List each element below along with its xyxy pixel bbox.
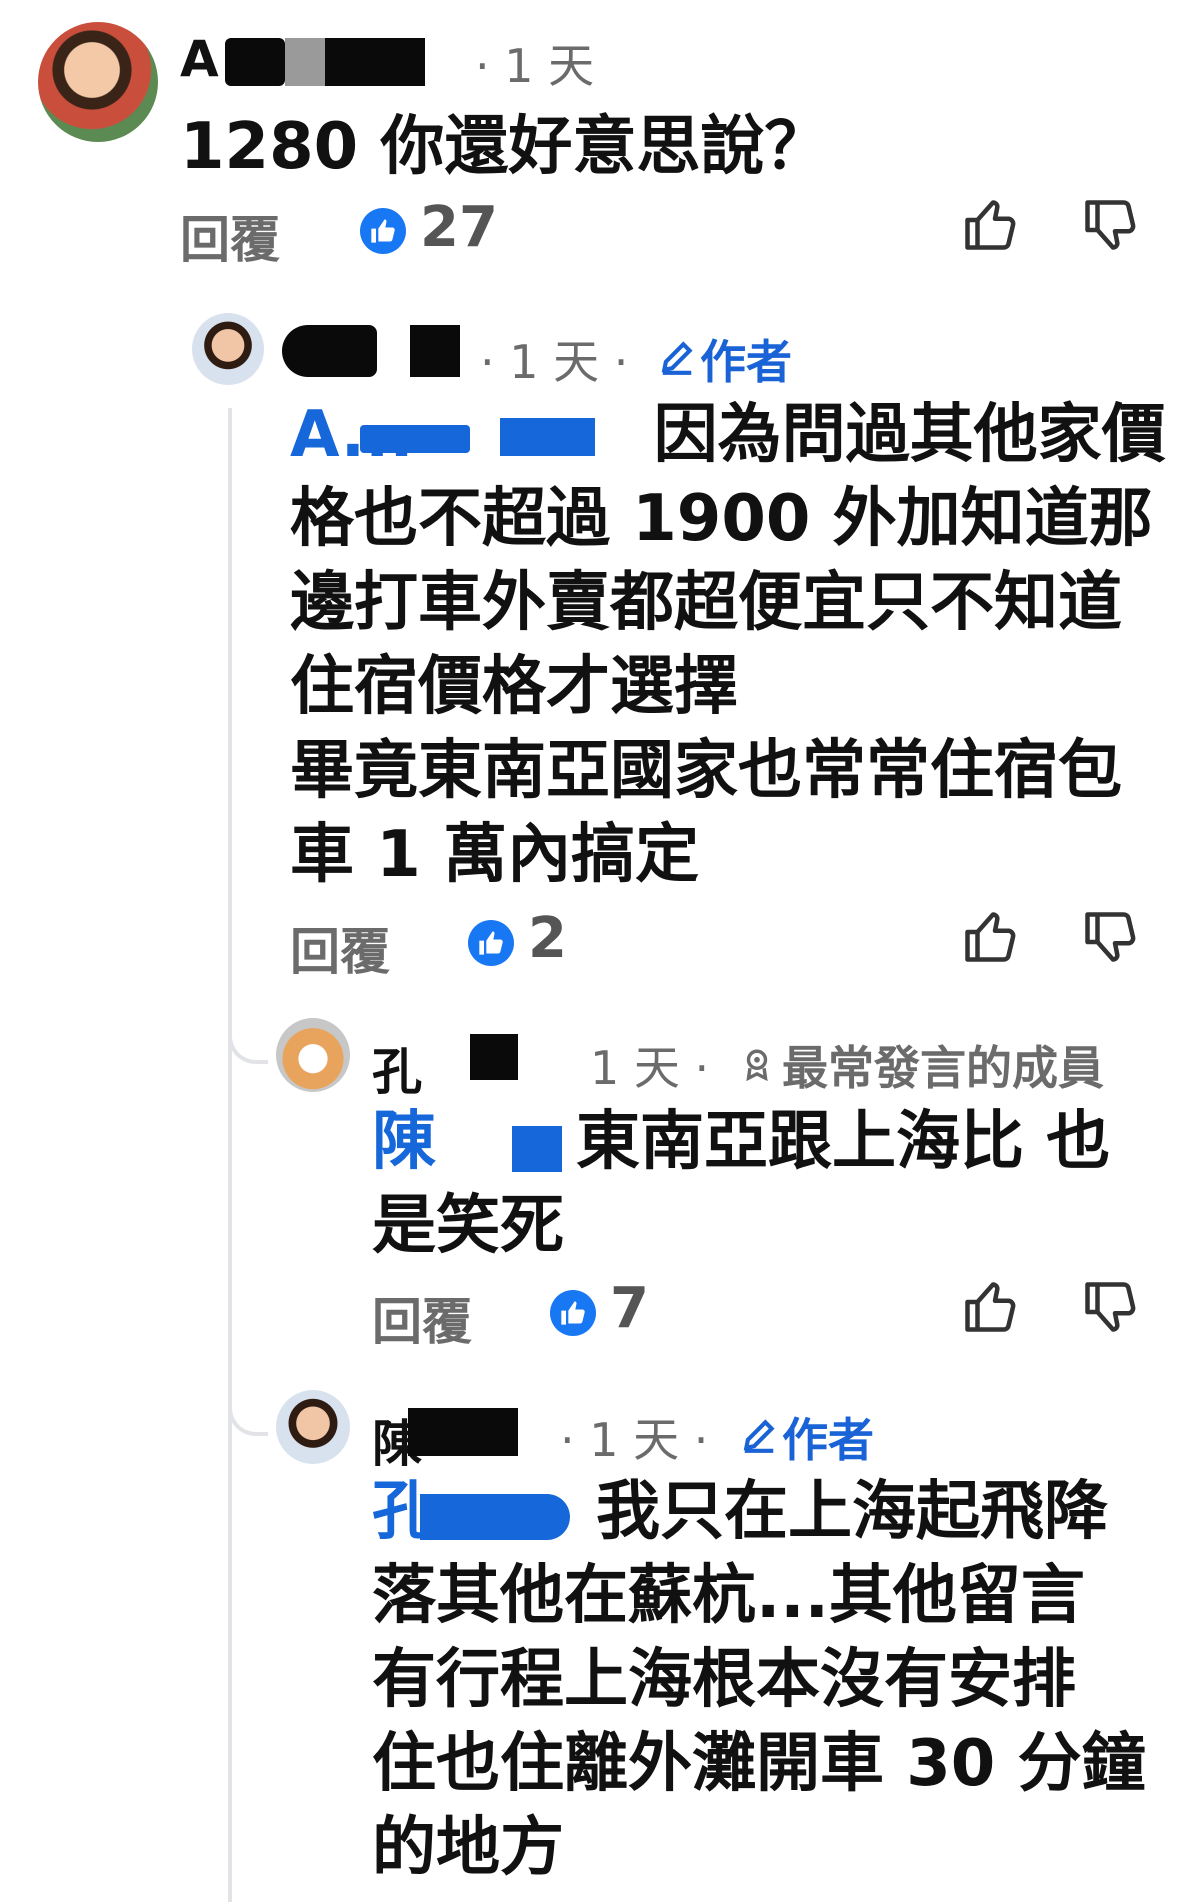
avatar[interactable] [38,22,158,142]
redacted-name [470,1034,518,1080]
comment-timestamp[interactable]: · 1 天 · [560,1404,708,1470]
redacted-name [282,325,377,377]
thumbs-up-icon[interactable] [960,907,1020,967]
thumbs-down-icon[interactable] [1080,1277,1140,1337]
top-contributor-badge: 最常發言的成員 [782,1041,1104,1095]
thread-line [228,408,232,1902]
redacted-name [408,1408,518,1456]
comment-timestamp[interactable]: · 1 天 [475,30,594,96]
comment-timestamp[interactable]: 1 天 · [590,1032,709,1098]
top-contributor-icon [746,1049,768,1082]
like-reaction-icon[interactable] [468,920,514,966]
author-badge: 作者 [700,335,792,389]
pencil-icon [661,341,693,375]
reply-button[interactable]: 回覆 [180,200,280,272]
pencil-icon [743,1419,775,1453]
thumbs-up-icon[interactable] [960,195,1020,255]
thumbs-up-icon[interactable] [960,1277,1020,1337]
comment-author-name[interactable]: A [180,30,219,88]
avatar[interactable] [276,1018,350,1092]
redacted-name [225,38,285,86]
comment-author-name[interactable]: 孔 [372,1032,422,1104]
avatar[interactable] [192,313,264,385]
comment-text: 1280 你還好意思說？ [180,110,829,184]
comment-body: 因為問過其他家價 格也不超過 1900 外加知道那 邊打車外賣都超便宜只不知道 … [290,398,1166,892]
mention[interactable]: 陳 [372,1105,436,1179]
author-badge: 作者 [782,1413,874,1467]
comment-text: A... 因為問過其他家價 格也不超過 1900 外加知道那 邊打車外賣都超便宜只… [290,393,1166,897]
like-count: 7 [610,1276,649,1341]
thumbs-down-icon[interactable] [1080,195,1140,255]
thumbs-down-icon[interactable] [1080,907,1140,967]
like-count: 27 [420,195,498,260]
redacted-name [410,325,460,377]
comment-body: 東南亞跟上海比 也 是笑死 [372,1105,1111,1263]
comment-text: 陳東南亞跟上海比 也 是笑死 [372,1100,1110,1268]
redacted-mention [360,425,470,453]
thread-connector [228,1020,268,1064]
redacted-name-gray [285,38,325,86]
redacted-mention [420,1494,570,1540]
like-count: 2 [528,906,567,971]
redacted-mention [500,418,595,456]
like-reaction-icon[interactable] [550,1290,596,1336]
redacted-mention [512,1126,562,1172]
reply-button[interactable]: 回覆 [372,1282,472,1354]
reply-button[interactable]: 回覆 [290,912,390,984]
like-reaction-icon[interactable] [360,208,406,254]
avatar[interactable] [276,1390,350,1464]
redacted-name [325,38,425,86]
thread-connector [228,1392,268,1436]
comment-timestamp[interactable]: · 1 天 · [480,326,628,392]
